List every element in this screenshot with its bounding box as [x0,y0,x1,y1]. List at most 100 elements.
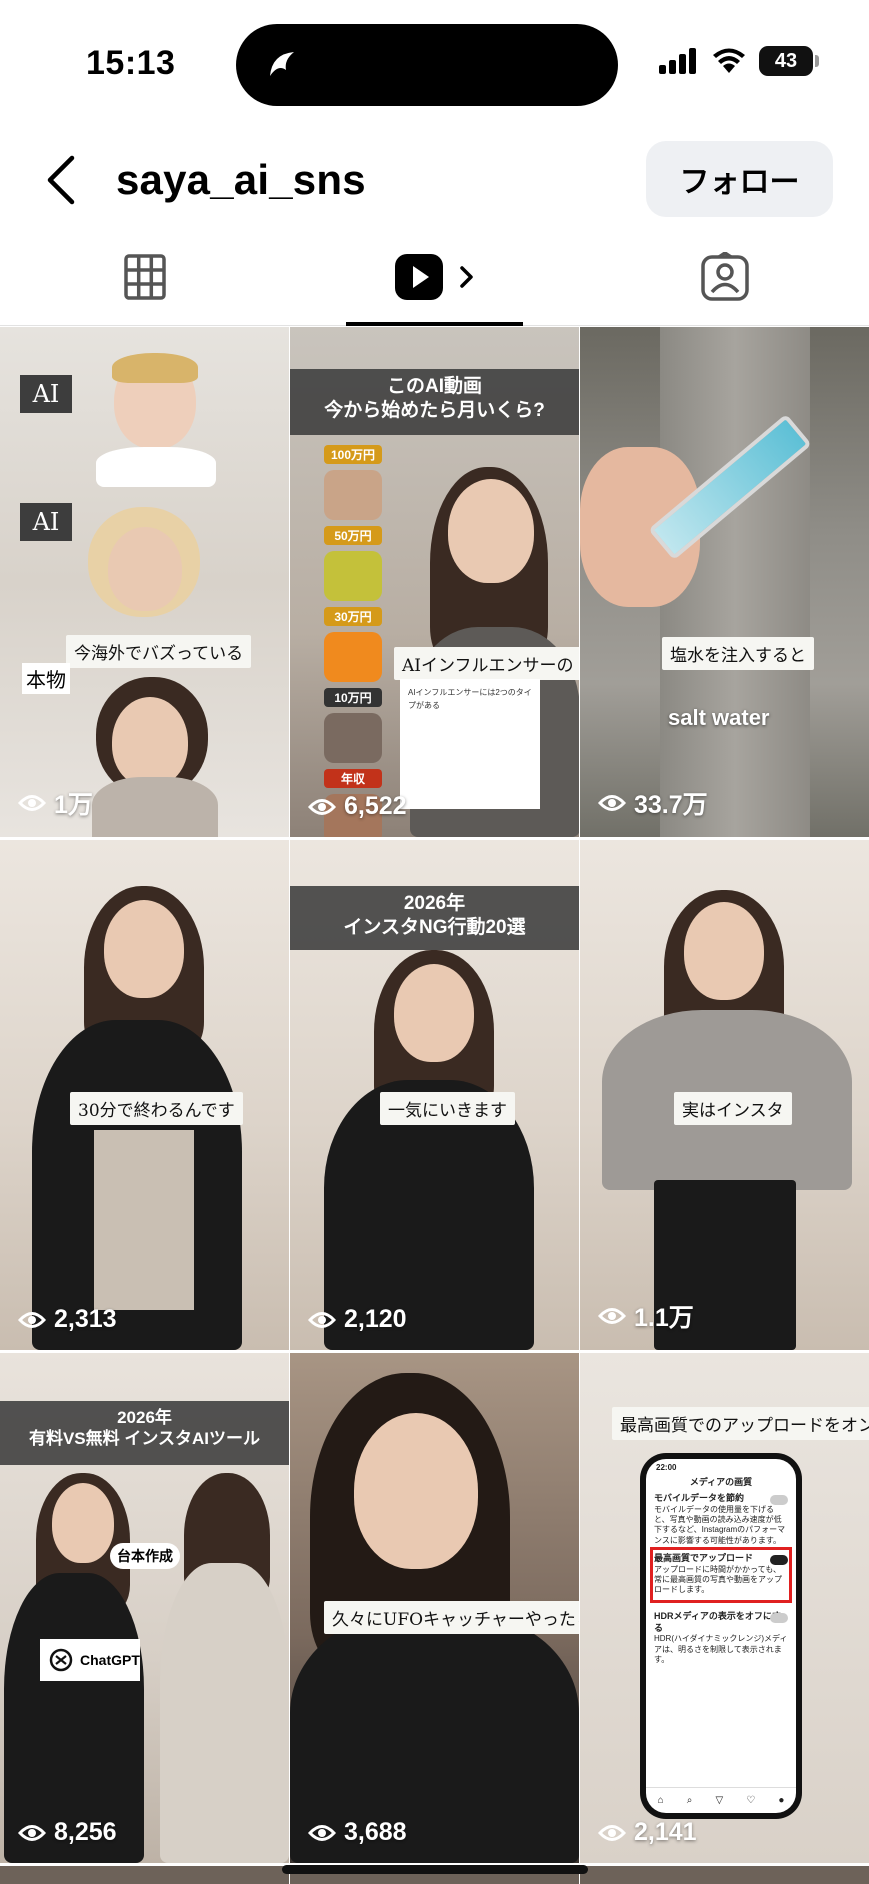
price-list: 100万円 50万円 30万円 10万円 年収 [324,445,382,837]
activity-icon [270,52,294,76]
thumbnail-body [92,777,218,837]
inset-image [94,1130,194,1310]
view-count-value: 1万 [54,791,93,819]
battery-indicator: 43 [759,46,819,76]
setting-row: モバイルデータを節約 モバイルデータの使用量を下げると、写真や動画の読み込み速度… [654,1493,788,1546]
profile-header: saya_ai_sns フォロー [0,128,869,228]
thumbnail-face [394,964,474,1062]
search-icon: ⌕ [686,1795,693,1806]
reel-caption: 最高画質でのアップロードをオン [612,1407,869,1440]
reel-tile[interactable]: 塩水を注入すると salt water 33.7万 [580,327,869,837]
battery-tip [815,55,819,67]
setting-title: HDRメディアの表示をオフにする [654,1611,781,1633]
toggle-switch [770,1555,788,1565]
toggle-switch [770,1613,788,1623]
price-label: 50万円 [324,526,382,545]
back-arrow-icon[interactable] [40,152,88,208]
tab-reels[interactable] [290,228,580,326]
price-label: 10万円 [324,688,382,707]
setting-row: 最高画質でアップロード アップロードに時間がかかっても、常に最高画質の写真や動画… [654,1553,788,1596]
reel-caption: AIインフルエンサーの [394,647,579,680]
follow-button[interactable]: フォロー [646,141,833,217]
price-label: 100万円 [324,445,382,464]
document-text: AIインフルエンサーには2つのタイプがある [408,688,532,710]
eye-icon [598,1824,626,1841]
setting-desc: アップロードに時間がかかっても、常に最高画質の写真や動画をアップロードします。 [654,1564,782,1595]
chatgpt-logo-icon [49,1648,73,1672]
thumbnail-image [324,632,382,682]
tagged-icon [700,252,749,301]
view-count-value: 8,256 [54,1818,117,1846]
profile-icon: ● [778,1795,785,1806]
reel-tile[interactable]: 2026年 インスタNG行動20選 一気にいきます 2,120 [290,840,579,1350]
status-time: 15:13 [86,44,176,82]
reels-icon [395,254,443,300]
thumbnail-face [52,1483,114,1563]
phone-screen: 22:00 メディアの画質 モバイルデータを節約 モバイルデータの使用量を下げる… [646,1459,796,1813]
setting-desc: モバイルデータの使用量を下げると、写真や動画の読み込み速度が低下するなど、Ins… [654,1504,786,1545]
view-count: 2,120 [308,1305,407,1334]
cellular-signal-icon [659,48,696,74]
chevron-right-icon [460,266,473,288]
home-indicator[interactable] [282,1865,588,1874]
eye-icon [18,795,46,811]
reel-tile-peek[interactable] [0,1866,289,1884]
setting-title: モバイルデータを節約 [654,1493,745,1503]
phone-time: 22:00 [656,1463,677,1472]
reel-tile[interactable]: AI AI 今海外でバズっている 本物 1万 [0,327,289,837]
battery-level: 43 [774,49,798,72]
ai-label: AI [20,503,72,541]
eye-icon [18,1824,46,1841]
thumbnail-body [160,1563,289,1863]
reel-caption: 実はインスタ [674,1092,792,1125]
thumbnail-face [448,479,534,583]
setting-row: HDRメディアの表示をオフにする HDR(ハイダイナミックレンジ)メディアは、明… [654,1611,788,1666]
view-count: 1.1万 [598,1298,694,1334]
toggle-switch [770,1495,788,1505]
phone-mockup: 22:00 メディアの画質 モバイルデータを節約 モバイルデータの使用量を下げる… [640,1453,802,1819]
status-bar: 15:13 43 [0,0,869,128]
phone-nav-bar: ⌂ ⌕ ▽ ♡ ● [646,1787,796,1813]
eye-icon [598,795,626,811]
reel-tile[interactable]: 実はインスタ 1.1万 [580,840,869,1350]
tab-posts-grid[interactable] [0,228,290,326]
dynamic-island[interactable] [236,24,618,106]
price-label: 30万円 [324,607,382,626]
reel-tile[interactable]: 2026年 有料VS無料 インスタAIツール 台本作成 ChatGPT 8,25… [0,1353,289,1863]
view-count-value: 2,120 [344,1305,407,1333]
setting-desc: HDR(ハイダイナミックレンジ)メディアは、明るさを制限して表示されます。 [654,1634,788,1665]
thumbnail-image [324,470,382,520]
reels-grid: AI AI 今海外でバズっている 本物 1万 このAI動画 今から始めたら月いく… [0,327,869,1863]
eye-icon [18,1311,46,1328]
reel-tile[interactable]: 最高画質でのアップロードをオン 22:00 メディアの画質 モバイルデータを節約… [580,1353,869,1863]
thumbnail-hair [112,353,198,383]
reel-tile[interactable]: 久々にUFOキャッチャーやったら 3,688 [290,1353,579,1863]
phone-screen-title: メディアの画質 [689,1477,753,1487]
thumbnail-face [684,902,764,1000]
reel-caption: 久々にUFOキャッチャーやったら [324,1601,579,1634]
price-label: 年収 [324,769,382,788]
reel-caption: 今海外でバズっている [66,635,252,668]
reel-tile-peek[interactable] [580,1866,869,1884]
home-icon: ⌂ [657,1795,664,1806]
view-count: 3,688 [308,1818,407,1847]
reel-tile[interactable]: このAI動画 今から始めたら月いくら? 100万円 50万円 30万円 10万円… [290,327,579,837]
thumbnail-body [96,447,216,487]
setting-title: 最高画質でアップロード [654,1553,754,1563]
view-count: 33.7万 [598,785,708,821]
view-count: 8,256 [18,1818,117,1847]
view-count-value: 1.1万 [634,1304,694,1332]
thumbnail-image [324,713,382,763]
reel-caption: 塩水を注入すると [662,637,814,670]
reel-tile[interactable]: 30分で終わるんです 2,313 [0,840,289,1350]
tab-tagged[interactable] [580,228,869,326]
wifi-icon [713,48,745,73]
view-count-value: 2,313 [54,1305,117,1333]
reel-banner: 2026年 有料VS無料 インスタAIツール [0,1401,289,1465]
reel-banner: このAI動画 今から始めたら月いくら? [290,369,579,435]
eye-icon [308,1824,336,1841]
grid-icon [124,254,166,300]
view-count: 1万 [18,785,93,821]
thumbnail-face [104,900,184,998]
active-tab-indicator [346,322,523,326]
